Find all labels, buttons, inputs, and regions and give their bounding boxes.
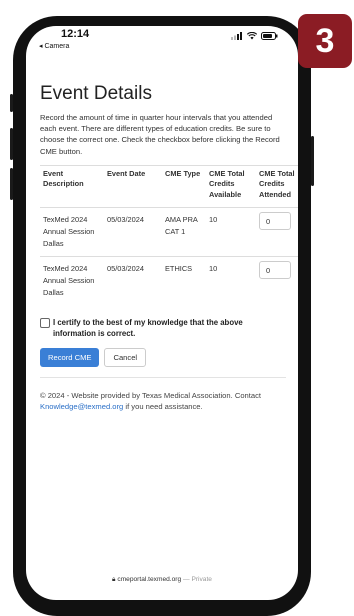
phone-screen: 12:14 ◂ Camera Event Details Record the … — [26, 26, 298, 600]
signal-icon — [231, 32, 242, 40]
event-date-cell: 05/03/2024 — [104, 255, 162, 305]
url-domain: cmeportal.texmed.org — [117, 576, 182, 583]
battery-icon — [261, 32, 278, 40]
footer-text: © 2024 - Website provided by Texas Medic… — [40, 390, 286, 413]
credits-available-cell: 10 — [206, 255, 256, 305]
event-date-cell: 05/03/2024 — [104, 206, 162, 257]
event-description-cell: TexMed 2024 Annual Session Dallas — [40, 206, 104, 257]
certify-label[interactable]: I certify to the best of my knowledge th… — [53, 317, 286, 340]
wifi-icon — [247, 32, 257, 40]
footer-suffix: if you need assistance. — [123, 402, 203, 412]
step-number-badge: 3 — [298, 14, 352, 68]
table-header-row: Event Description Event Date CME Type CM… — [40, 164, 298, 208]
back-to-camera-link[interactable]: ◂ Camera — [39, 42, 69, 50]
credits-attended-input[interactable]: 0 — [259, 260, 291, 279]
cme-type-cell: AMA PRA CAT 1 — [162, 206, 206, 257]
cancel-button[interactable]: Cancel — [104, 347, 147, 367]
credits-attended-input[interactable]: 0 — [259, 211, 291, 230]
certify-row: I certify to the best of my knowledge th… — [40, 317, 286, 340]
table-row: TexMed 2024 Annual Session Dallas 05/03/… — [40, 206, 298, 257]
page-title: Event Details — [40, 83, 152, 104]
credits-attended-cell: 0 — [256, 255, 298, 305]
credits-available-cell: 10 — [206, 206, 256, 257]
lock-icon: 🔒︎ — [112, 576, 116, 583]
volume-up-button — [10, 128, 13, 160]
url-bar[interactable]: 🔒︎ cmeportal.texmed.org — Private — [26, 576, 298, 584]
support-email-link[interactable]: Knowledge@texmed.org — [40, 402, 123, 411]
instructions-text: Record the amount of time in quarter hou… — [40, 113, 280, 156]
column-header-event-description: Event Description — [40, 164, 104, 208]
volume-down-button — [10, 168, 13, 200]
column-header-credits-attended: CME Total Credits Attended — [256, 164, 298, 208]
mute-switch — [10, 94, 13, 112]
event-details-page: Event Details Record the amount of time … — [40, 82, 298, 413]
form-buttons: Record CME Cancel — [40, 347, 286, 367]
column-header-cme-type: CME Type — [162, 164, 206, 208]
record-cme-button[interactable]: Record CME — [40, 347, 100, 367]
status-time: 12:14 — [61, 28, 90, 40]
system-icons — [231, 32, 278, 40]
event-description-cell: TexMed 2024 Annual Session Dallas — [40, 255, 104, 305]
footer-prefix: © 2024 - Website provided by Texas Medic… — [40, 390, 262, 400]
status-bar: 12:14 ◂ Camera — [26, 26, 298, 50]
table-row: TexMed 2024 Annual Session Dallas 05/03/… — [40, 255, 298, 305]
events-table: Event Description Event Date CME Type CM… — [40, 164, 298, 305]
cme-type-cell: ETHICS — [162, 255, 206, 305]
power-button — [311, 136, 314, 186]
credits-attended-cell: 0 — [256, 206, 298, 257]
certify-checkbox[interactable] — [40, 317, 50, 328]
private-label: — Private — [183, 576, 212, 583]
column-header-credits-available: CME Total Credits Available — [206, 164, 256, 208]
footer-divider — [40, 376, 286, 378]
column-header-event-date: Event Date — [104, 164, 162, 208]
